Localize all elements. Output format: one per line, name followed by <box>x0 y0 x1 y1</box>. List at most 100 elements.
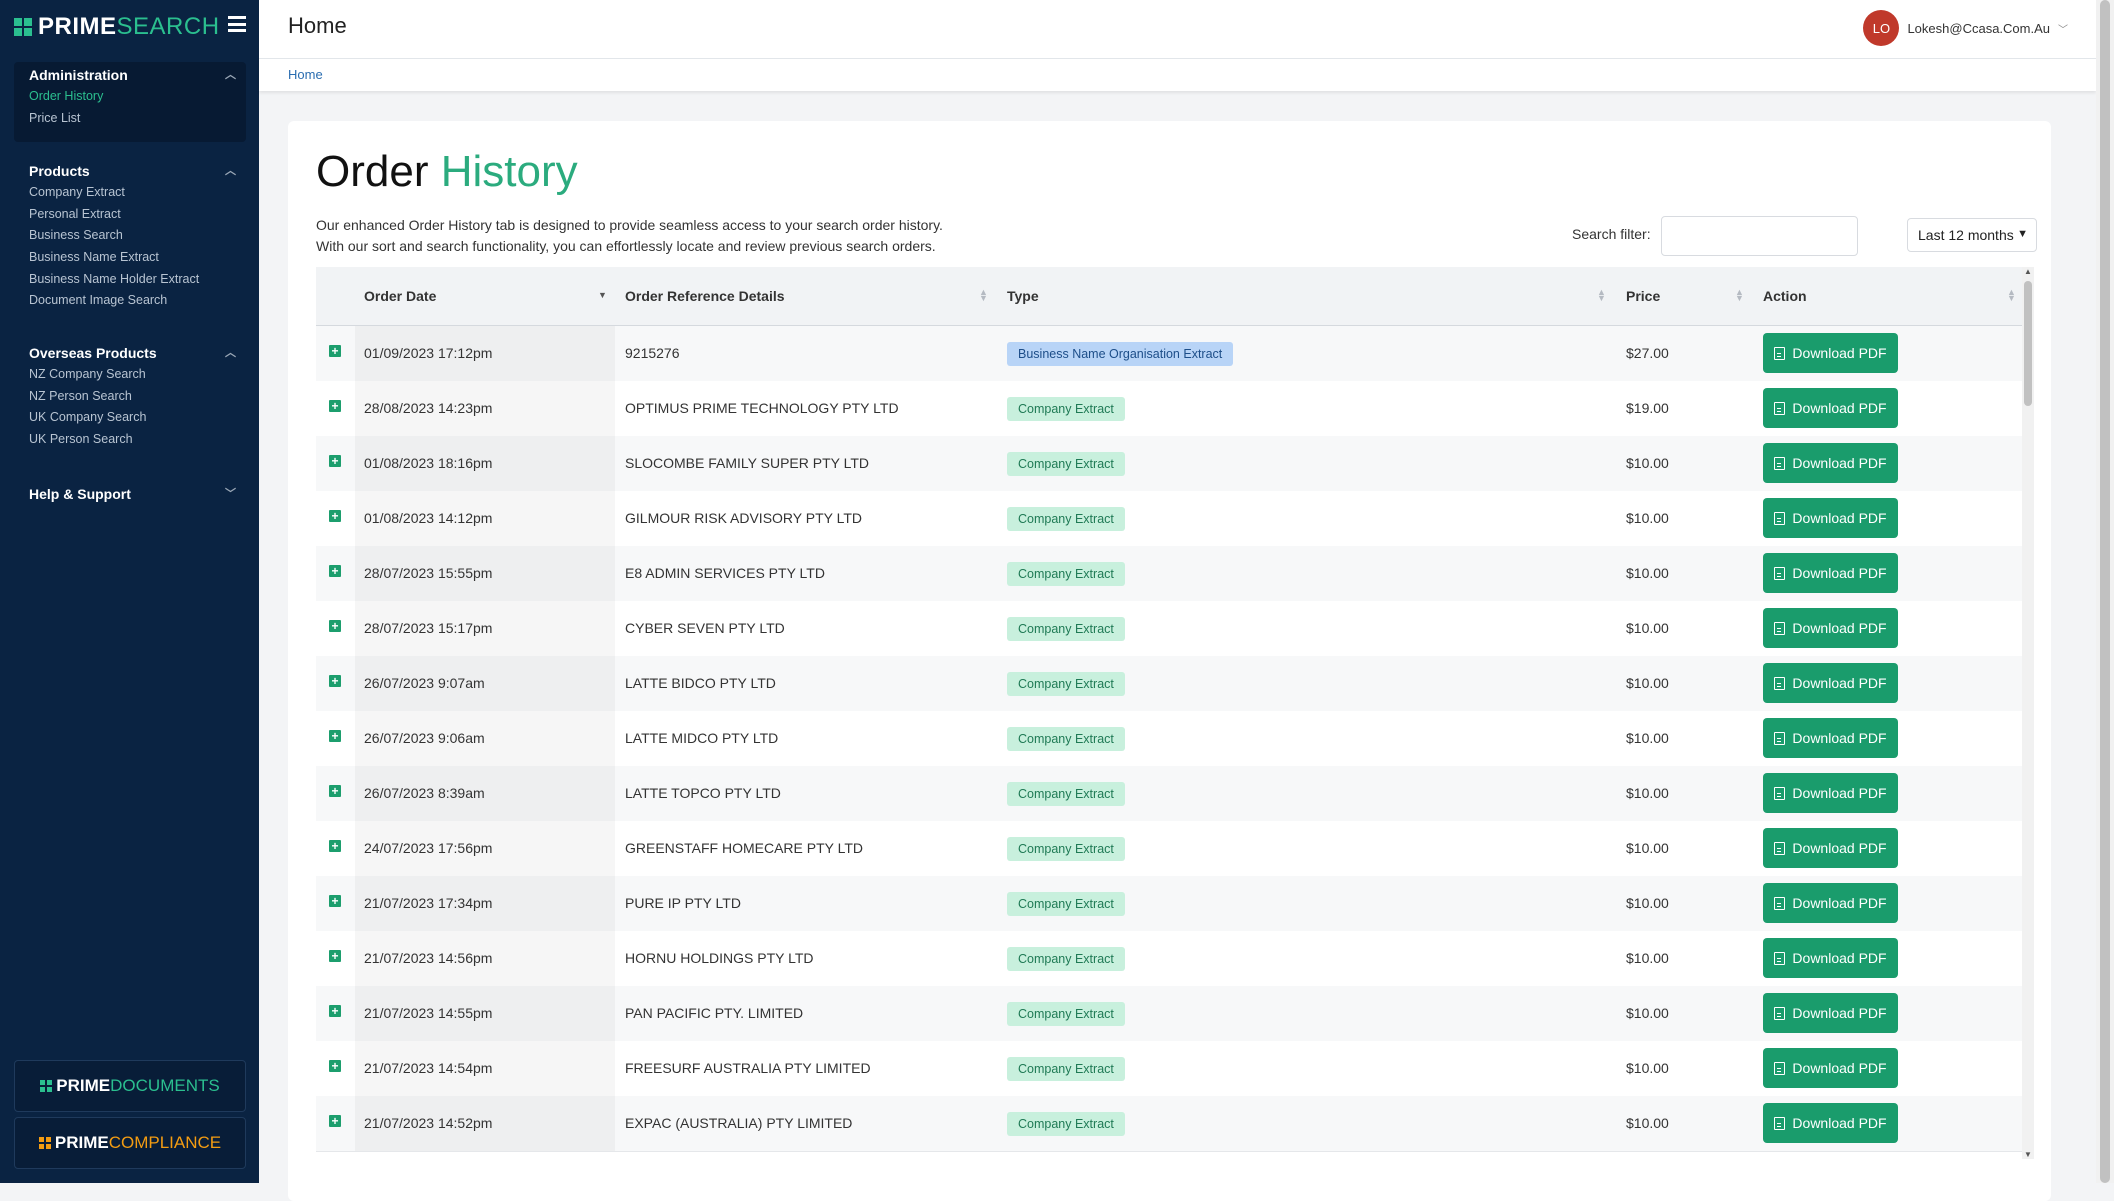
sidebar-item-business-name-holder-extract[interactable]: Business Name Holder Extract <box>14 269 246 291</box>
nav-section-header[interactable]: Help & Support ﹀ <box>14 483 246 505</box>
expand-icon[interactable]: + <box>329 620 341 632</box>
download-pdf-label: Download PDF <box>1792 950 1886 966</box>
prime-compliance-logo[interactable]: PRIME COMPLIANCE <box>14 1117 246 1169</box>
column-header-action[interactable]: Action <box>1763 267 1807 325</box>
page-scrollbar[interactable] <box>2096 0 2114 1183</box>
price-cell: $10.00 <box>1626 436 1669 491</box>
scroll-down-icon[interactable]: ▼ <box>2022 1150 2034 1159</box>
expand-icon[interactable]: + <box>329 950 341 962</box>
download-pdf-button[interactable]: Download PDF <box>1763 498 1898 538</box>
sidebar-item-business-search[interactable]: Business Search <box>14 225 246 247</box>
file-pdf-icon <box>1774 842 1785 855</box>
expand-icon[interactable]: + <box>329 895 341 907</box>
price-cell: $10.00 <box>1626 546 1669 601</box>
order-reference-cell: EXPAC (AUSTRALIA) PTY LIMITED <box>625 1096 852 1151</box>
expand-icon[interactable]: + <box>329 785 341 797</box>
menu-toggle-icon[interactable] <box>228 16 246 32</box>
sidebar-item-personal-extract[interactable]: Personal Extract <box>14 204 246 226</box>
order-reference-cell: HORNU HOLDINGS PTY LTD <box>625 931 814 986</box>
download-pdf-button[interactable]: Download PDF <box>1763 388 1898 428</box>
sidebar-item-business-name-extract[interactable]: Business Name Extract <box>14 247 246 269</box>
sidebar-item-company-extract[interactable]: Company Extract <box>14 182 246 204</box>
order-date-cell: 01/09/2023 17:12pm <box>355 326 615 381</box>
price-cell: $10.00 <box>1626 711 1669 766</box>
column-header-price[interactable]: Price <box>1626 267 1660 325</box>
column-header-order-reference[interactable]: Order Reference Details <box>625 267 785 325</box>
expand-icon[interactable]: + <box>329 510 341 522</box>
user-email: Lokesh@Ccasa.Com.Au <box>1907 21 2050 36</box>
expand-icon[interactable]: + <box>329 455 341 467</box>
table-scrollbar[interactable]: ▲ ▼ <box>2022 267 2034 1159</box>
download-pdf-button[interactable]: Download PDF <box>1763 663 1898 703</box>
sidebar-item-uk-person-search[interactable]: UK Person Search <box>14 429 246 451</box>
expand-icon[interactable]: + <box>329 400 341 412</box>
table-row: +28/08/2023 14:23pmOPTIMUS PRIME TECHNOL… <box>316 381 2022 437</box>
chevron-down-icon: ﹀ <box>2058 21 2068 36</box>
sidebar-item-price-list[interactable]: Price List <box>14 108 246 130</box>
download-pdf-button[interactable]: Download PDF <box>1763 828 1898 868</box>
download-pdf-label: Download PDF <box>1792 1005 1886 1021</box>
nav-section-header[interactable]: Administration ︿ <box>14 64 246 86</box>
type-badge: Company Extract <box>1007 1057 1125 1081</box>
type-badge: Company Extract <box>1007 397 1125 421</box>
download-pdf-label: Download PDF <box>1792 345 1886 361</box>
download-pdf-button[interactable]: Download PDF <box>1763 993 1898 1033</box>
nav-section-header[interactable]: Overseas Products ︿ <box>14 342 246 364</box>
expand-icon[interactable]: + <box>329 1060 341 1072</box>
breadcrumb-home-link[interactable]: Home <box>288 67 323 82</box>
scrollbar-thumb[interactable] <box>2024 281 2032 406</box>
order-date-cell: 21/07/2023 14:55pm <box>355 986 615 1041</box>
expand-icon[interactable]: + <box>329 840 341 852</box>
expand-icon[interactable]: + <box>329 345 341 357</box>
page-title: Home <box>288 13 347 39</box>
expand-icon[interactable]: + <box>329 1005 341 1017</box>
sidebar: PRIME SEARCH Administration ︿ Order Hist… <box>0 0 259 1183</box>
order-table: Order Date ▼ Order Reference Details ▲▼ … <box>316 267 2034 1159</box>
download-pdf-label: Download PDF <box>1792 620 1886 636</box>
sidebar-item-uk-company-search[interactable]: UK Company Search <box>14 407 246 429</box>
period-select-value: Last 12 months <box>1918 227 2014 243</box>
price-cell: $10.00 <box>1626 931 1669 986</box>
download-pdf-button[interactable]: Download PDF <box>1763 333 1898 373</box>
row-toggle-cell: + <box>316 986 355 1041</box>
expand-icon[interactable]: + <box>329 1115 341 1127</box>
order-reference-cell: GREENSTAFF HOMECARE PTY LTD <box>625 821 863 876</box>
expand-icon[interactable]: + <box>329 565 341 577</box>
row-toggle-cell: + <box>316 931 355 986</box>
brand-logo[interactable]: PRIME SEARCH <box>14 12 220 42</box>
download-pdf-button[interactable]: Download PDF <box>1763 443 1898 483</box>
download-pdf-button[interactable]: Download PDF <box>1763 1048 1898 1088</box>
sidebar-item-order-history[interactable]: Order History <box>14 86 246 108</box>
download-pdf-button[interactable]: Download PDF <box>1763 553 1898 593</box>
download-pdf-button[interactable]: Download PDF <box>1763 773 1898 813</box>
price-cell: $10.00 <box>1626 491 1669 546</box>
table-row: +21/07/2023 14:55pmPAN PACIFIC PTY. LIMI… <box>316 986 2022 1042</box>
period-select[interactable]: Last 12 months ▼ <box>1907 218 2037 252</box>
heading-part-2: History <box>441 147 578 196</box>
search-filter-input[interactable] <box>1661 216 1858 256</box>
download-pdf-button[interactable]: Download PDF <box>1763 1103 1898 1143</box>
column-header-type[interactable]: Type <box>1007 267 1039 325</box>
sidebar-item-nz-company-search[interactable]: NZ Company Search <box>14 364 246 386</box>
download-pdf-button[interactable]: Download PDF <box>1763 718 1898 758</box>
expand-icon[interactable]: + <box>329 730 341 742</box>
scrollbar-thumb[interactable] <box>2100 0 2110 1183</box>
sidebar-item-document-image-search[interactable]: Document Image Search <box>14 290 246 312</box>
logo-grid-icon <box>14 18 32 36</box>
scroll-up-icon[interactable]: ▲ <box>2022 267 2034 276</box>
order-reference-cell: GILMOUR RISK ADVISORY PTY LTD <box>625 491 862 546</box>
download-pdf-button[interactable]: Download PDF <box>1763 883 1898 923</box>
column-header-order-date[interactable]: Order Date <box>364 267 436 325</box>
table-row: +21/07/2023 14:54pmFREESURF AUSTRALIA PT… <box>316 1041 2022 1097</box>
prime-documents-logo[interactable]: PRIME DOCUMENTS <box>14 1060 246 1112</box>
file-pdf-icon <box>1774 1117 1785 1130</box>
sort-icon: ▲▼ <box>1735 289 1744 301</box>
user-menu[interactable]: LO Lokesh@Ccasa.Com.Au ﹀ <box>1863 10 2068 46</box>
sidebar-item-nz-person-search[interactable]: NZ Person Search <box>14 386 246 408</box>
order-reference-cell: CYBER SEVEN PTY LTD <box>625 601 785 656</box>
download-pdf-button[interactable]: Download PDF <box>1763 938 1898 978</box>
order-reference-cell: LATTE BIDCO PTY LTD <box>625 656 776 711</box>
expand-icon[interactable]: + <box>329 675 341 687</box>
nav-section-header[interactable]: Products ︿ <box>14 160 246 182</box>
download-pdf-button[interactable]: Download PDF <box>1763 608 1898 648</box>
